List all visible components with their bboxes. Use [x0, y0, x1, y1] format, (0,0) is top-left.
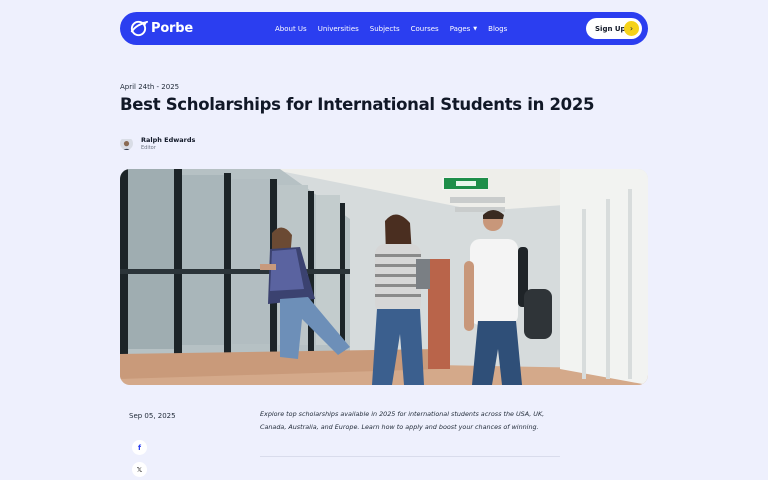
- nav-universities[interactable]: Universities: [318, 25, 359, 33]
- logo[interactable]: Porbe: [129, 19, 193, 38]
- facebook-share-button[interactable]: f: [132, 440, 147, 455]
- author-name: Ralph Edwards: [141, 136, 196, 144]
- nav-courses[interactable]: Courses: [411, 25, 439, 33]
- avatar: [120, 137, 133, 150]
- top-navbar: Porbe About Us Universities Subjects Cou…: [120, 12, 648, 45]
- author-role: Editor: [141, 145, 156, 151]
- main-nav: About Us Universities Subjects Courses P…: [275, 12, 518, 45]
- article-date: April 24th - 2025: [120, 83, 180, 91]
- facebook-icon: f: [137, 443, 142, 452]
- post-date: Sep 05, 2025: [129, 412, 176, 420]
- article-excerpt: Explore top scholarships available in 20…: [260, 410, 545, 431]
- logo-text: Porbe: [151, 21, 193, 36]
- arrow-right-icon: ›: [624, 21, 639, 36]
- nav-about-us[interactable]: About Us: [275, 25, 307, 33]
- chevron-down-icon: ▼: [473, 25, 478, 32]
- signup-button[interactable]: Sign Up ›: [586, 18, 642, 39]
- nav-pages[interactable]: Pages ▼: [450, 25, 477, 33]
- divider: [260, 456, 560, 457]
- nav-blogs[interactable]: Blogs: [488, 25, 507, 33]
- page-title: Best Scholarships for International Stud…: [120, 95, 595, 114]
- x-icon: 𝕏: [136, 465, 143, 474]
- nav-subjects[interactable]: Subjects: [370, 25, 400, 33]
- x-share-button[interactable]: 𝕏: [132, 462, 147, 477]
- globe-plane-icon: [130, 20, 148, 37]
- author-info: Ralph Edwards Editor: [120, 136, 195, 151]
- hero-image: [120, 169, 648, 385]
- nav-pages-label: Pages: [449, 24, 471, 33]
- signup-label: Sign Up: [595, 24, 626, 33]
